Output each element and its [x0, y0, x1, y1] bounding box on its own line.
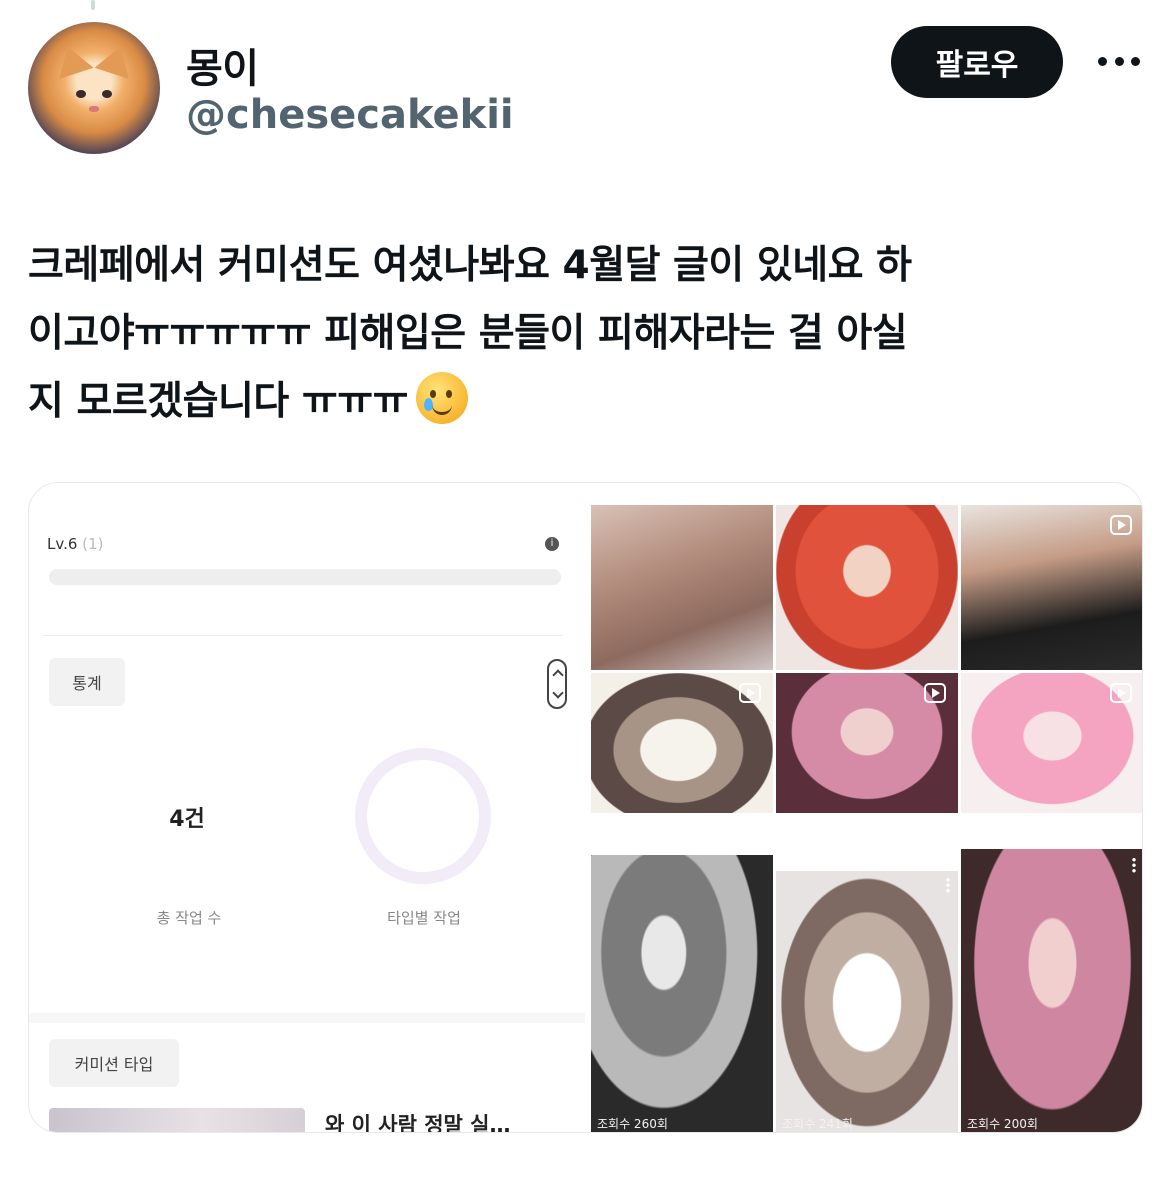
total-jobs-value: 4건: [169, 807, 205, 832]
commission-type-tab: 커미션 타입: [49, 1039, 179, 1087]
avatar-eye-left: [76, 90, 86, 98]
grid-image-shirtless-man[interactable]: [961, 505, 1142, 670]
tweet-header: 몽이 @chesecakekii 팔로우: [28, 22, 1148, 158]
tear-drop: [423, 398, 433, 411]
thread-connector: [91, 0, 95, 10]
stats-tab: 통계: [49, 658, 125, 706]
grid-image-shocked-cat[interactable]: [591, 673, 773, 813]
grid-image-pink-hair-woman-2[interactable]: 조회수 200회: [961, 849, 1142, 1132]
avatar-nose: [89, 106, 99, 112]
image-grid-top: [591, 505, 1142, 813]
level-label: Lv.6 (1): [47, 535, 104, 553]
tweet-text: 크레페에서 커미션도 여셨나봐요 4월달 글이 있네요 하 이고야ㅠㅠㅠㅠㅠ 피…: [28, 243, 912, 424]
tweet-media[interactable]: Lv.6 (1) i 통계 4건 총 작업 수 타입별 작업 커미션 타입 와 …: [28, 482, 1143, 1133]
smiling-face-with-tear-icon: [415, 372, 468, 424]
app-screenshot-image[interactable]: Lv.6 (1) i 통계 4건 총 작업 수 타입별 작업 커미션 타입 와 …: [29, 483, 585, 1133]
reels-icon: [924, 683, 946, 703]
type-donut-chart: [355, 748, 491, 884]
more-options-icon[interactable]: [1094, 44, 1144, 78]
avatar-ear-left: [50, 41, 94, 79]
video-play-icon: [1110, 515, 1132, 535]
view-count: 조회수 260회: [597, 1117, 668, 1131]
scroll-stepper-icon: [547, 659, 567, 709]
author-handle[interactable]: @chesecakekii: [186, 92, 514, 138]
more-dot: [1098, 56, 1107, 66]
author-display-name[interactable]: 몽이: [186, 36, 259, 94]
grid-image-pink-hair-woman[interactable]: [776, 673, 958, 813]
grid-image-man-torso[interactable]: [591, 505, 773, 670]
tweet-body: 크레페에서 커미션도 여셨나봐요 4월달 글이 있네요 하 이고야ㅠㅠㅠㅠㅠ 피…: [28, 232, 1128, 436]
view-count: 조회수 241회: [782, 1117, 853, 1131]
reels-icon: [739, 683, 761, 703]
post-thumbnail: [49, 1108, 305, 1132]
total-jobs-label: 총 작업 수: [156, 909, 222, 927]
level-progress-bar: [49, 569, 561, 585]
kebab-menu-icon: [946, 877, 950, 893]
avatar-eye-right: [102, 90, 112, 98]
grid-image-sketch-man[interactable]: 조회수 260회: [591, 855, 773, 1132]
more-dot: [1114, 56, 1124, 66]
grid-separator: [591, 813, 1142, 849]
divider: [43, 635, 563, 636]
avatar-ear-right: [94, 41, 138, 79]
post-title: 와 이 사람 정말 실…: [325, 1113, 511, 1133]
info-icon: i: [545, 537, 559, 551]
grid-image-pink-hair-girl[interactable]: [961, 673, 1142, 813]
avatar[interactable]: [28, 22, 160, 154]
grid-image-red-hair-woman[interactable]: [776, 505, 958, 670]
follow-button[interactable]: 팔로우: [891, 26, 1063, 98]
kebab-menu-icon: [1132, 857, 1136, 873]
grid-image-shocked-cat-2[interactable]: 조회수 241회: [776, 871, 958, 1132]
view-count: 조회수 200회: [967, 1117, 1038, 1131]
more-dot: [1131, 56, 1140, 66]
section-divider: [29, 1013, 585, 1023]
reels-icon: [1110, 683, 1132, 703]
jobs-by-type-label: 타입별 작업: [387, 909, 461, 927]
image-grid-bottom: 조회수 260회 조회수 241회 조회수 200회: [591, 849, 1142, 1132]
